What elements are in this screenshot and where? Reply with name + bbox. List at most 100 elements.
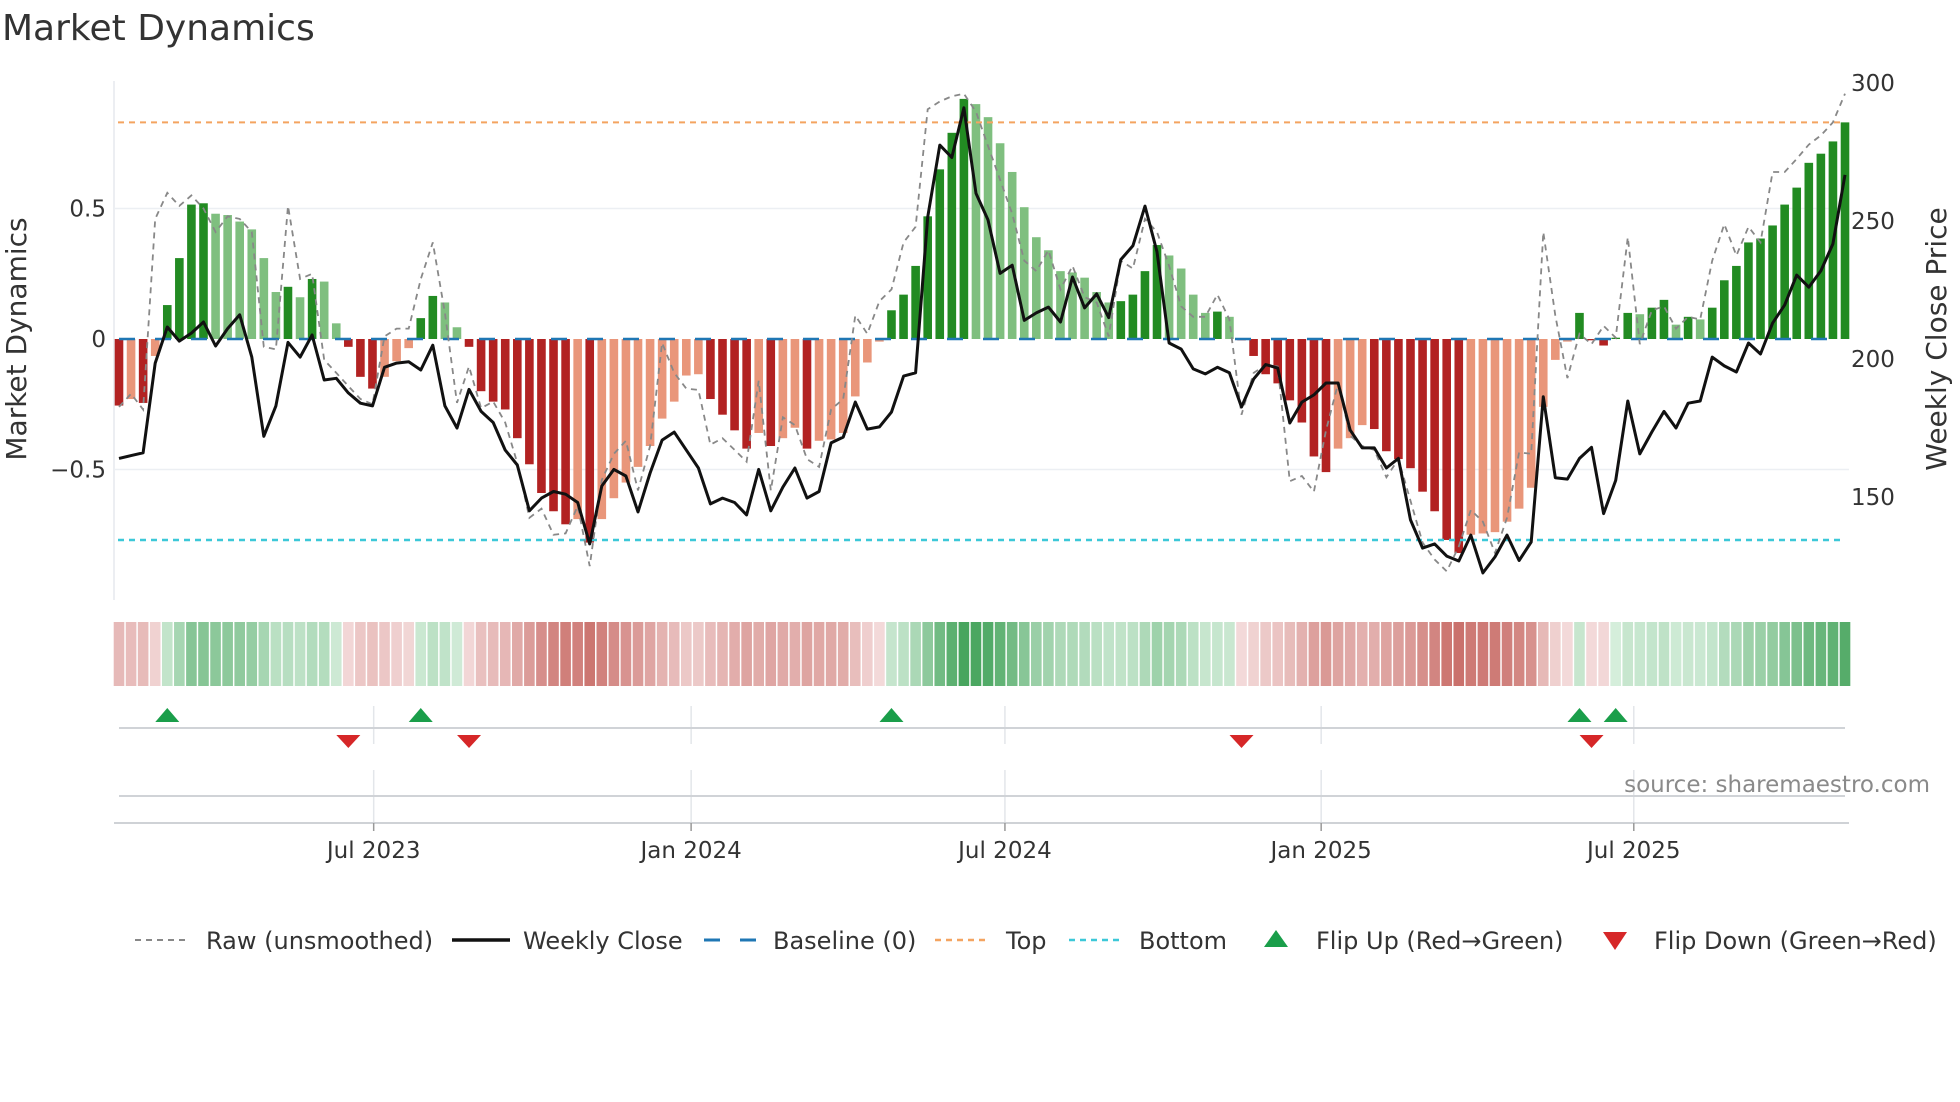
momentum-bar [863, 339, 872, 363]
momentum-bar [199, 203, 208, 339]
heat-cell [1743, 622, 1754, 686]
heat-cell [1453, 622, 1465, 686]
momentum-bar [790, 339, 800, 428]
heat-cell [294, 622, 306, 686]
left-axis-ticks: 0.5 0 −0.5 [50, 197, 106, 484]
flip-down-marker [336, 735, 361, 748]
momentum-bar [428, 295, 438, 339]
heat-cell [1465, 622, 1477, 686]
momentum-bar [513, 339, 522, 439]
heat-cell [210, 622, 221, 686]
heat-cell [1682, 622, 1694, 686]
heat-cell [1839, 622, 1851, 686]
heat-cell [1127, 622, 1139, 686]
raw-unsmoothed-line [118, 92, 1846, 573]
momentum-bar [718, 339, 727, 415]
heat-cell [174, 622, 185, 686]
heat-cell [825, 622, 837, 686]
momentum-bar [730, 339, 739, 431]
legend-label-flip-down: Flip Down (Green→Red) [1654, 927, 1937, 955]
momentum-bar [1647, 307, 1657, 339]
heat-cell [487, 622, 499, 686]
momentum-bar [464, 339, 474, 347]
heat-cell [524, 622, 535, 686]
heat-cell [1586, 622, 1597, 686]
momentum-bar [1044, 250, 1053, 339]
momentum-bar [1780, 204, 1789, 339]
momentum-bar [838, 339, 848, 433]
legend-flip-down-icon [1603, 932, 1627, 950]
legend-label-flip-up: Flip Up (Red→Green) [1316, 927, 1564, 955]
heat-cell [1574, 622, 1585, 686]
momentum-bar [295, 297, 305, 339]
heat-cell [536, 622, 547, 686]
heat-cell [946, 622, 958, 686]
legend-label-raw: Raw (unsmoothed) [206, 927, 433, 955]
heat-cell [862, 622, 873, 686]
heat-cell [1344, 622, 1356, 686]
source-credit: source: sharemaestro.com [1624, 772, 1930, 798]
flip-up-marker [879, 708, 904, 722]
heat-cell [475, 622, 487, 686]
heat-cell [258, 622, 270, 686]
heat-cell [198, 622, 209, 686]
heat-cell [1018, 622, 1030, 686]
x-tick-label: Jan 2025 [1269, 838, 1372, 864]
heat-cell [596, 622, 608, 686]
x-axis: Jul 2023 Jan 2024 Jul 2024 Jan 2025 Jul 2025 [114, 822, 1849, 864]
heat-cell [1537, 622, 1549, 686]
heat-cell [1755, 622, 1766, 686]
heat-cell [379, 622, 390, 686]
momentum-bar [1394, 339, 1403, 460]
heat-cell [656, 622, 668, 686]
heat-cell [1429, 622, 1440, 686]
momentum-bar [416, 318, 426, 339]
left-tick-label: 0.5 [69, 197, 106, 223]
right-tick-label: 300 [1851, 71, 1895, 97]
heat-cell [1031, 622, 1042, 686]
momentum-bar [1756, 238, 1765, 339]
left-tick-label: −0.5 [50, 458, 106, 484]
momentum-bar [537, 339, 546, 493]
heat-cell [1670, 622, 1682, 686]
momentum-bar [476, 339, 486, 392]
heat-cell [1694, 622, 1706, 686]
heat-cell [1308, 622, 1320, 686]
momentum-bar [935, 169, 945, 339]
heat-cell [705, 622, 716, 686]
heat-cell [813, 622, 825, 686]
momentum-bar [1466, 339, 1476, 535]
series-lines [118, 92, 1847, 575]
heat-cell [1634, 622, 1646, 686]
heat-cell [1731, 622, 1742, 686]
momentum-bar [1804, 162, 1814, 339]
heat-cell [125, 622, 137, 686]
heat-cell [1658, 622, 1670, 686]
heat-cell [958, 622, 970, 686]
heat-cell [680, 622, 692, 686]
momentum-bar [307, 278, 317, 339]
momentum-bar [283, 286, 293, 339]
momentum-bar [271, 292, 281, 339]
heat-cell [874, 622, 885, 686]
momentum-bar [138, 339, 148, 403]
momentum-bar [995, 143, 1005, 339]
momentum-bar [585, 339, 595, 543]
heat-cell [1562, 622, 1573, 686]
heat-cell [801, 622, 813, 686]
heat-cell [1284, 622, 1296, 686]
legend-flip-up-icon [1264, 930, 1288, 947]
momentum-bar [452, 327, 462, 339]
heat-cell [1236, 622, 1247, 686]
heat-cell [451, 622, 463, 686]
momentum-bar [1720, 280, 1729, 339]
heat-cell [367, 622, 378, 686]
momentum-bar [1382, 339, 1391, 452]
heat-cell [499, 622, 511, 686]
heat-cell [620, 622, 632, 686]
legend-label-bottom: Bottom [1139, 927, 1227, 955]
heat-cell [1272, 622, 1284, 686]
threshold-lines [118, 121, 1845, 542]
heat-cell [608, 622, 620, 686]
heat-cell [1405, 622, 1416, 686]
